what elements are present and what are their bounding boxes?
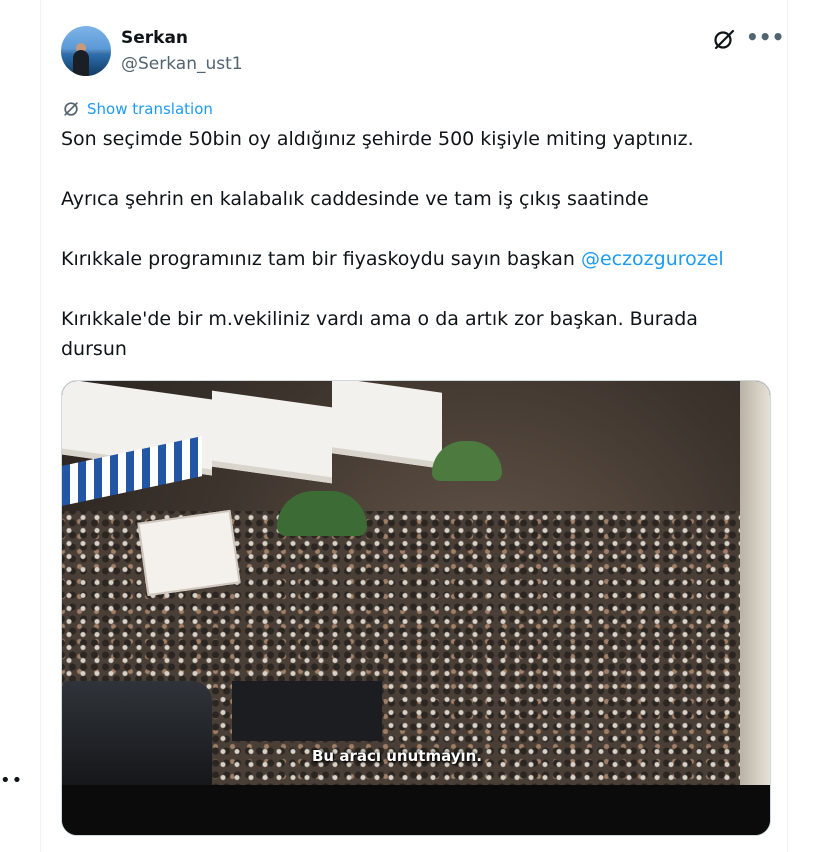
tree bbox=[432, 441, 502, 481]
translate-icon bbox=[64, 102, 78, 116]
author-name[interactable]: Serkan bbox=[121, 28, 188, 48]
show-translation-label[interactable]: Show translation bbox=[87, 100, 213, 118]
more-icon[interactable]: ••• bbox=[746, 26, 784, 50]
tweet-paragraph-4: Kırıkkale'de bir m.vekiliniz vardı ama o… bbox=[61, 308, 698, 360]
tweet-card: Serkan @Serkan_ust1 ••• Show translation… bbox=[40, 0, 788, 852]
avatar[interactable] bbox=[61, 26, 111, 76]
show-translation-link[interactable]: Show translation bbox=[61, 99, 213, 119]
author-handle[interactable]: @Serkan_ust1 bbox=[121, 54, 243, 74]
tweet-paragraph-3-text: Kırıkkale programınız tam bir fiyaskoydu… bbox=[61, 248, 581, 270]
video-player[interactable]: Bu aracı unutmayın. bbox=[61, 380, 771, 836]
protest-banner bbox=[137, 509, 241, 597]
awning bbox=[332, 381, 442, 469]
avatar-person bbox=[73, 50, 89, 76]
tweet-paragraph-2: Ayrıca şehrin en kalabalık caddesinde ve… bbox=[61, 188, 649, 210]
stage-vehicle bbox=[232, 681, 382, 741]
tweet-text: Son seçimde 50bin oy aldığınız şehirde 5… bbox=[61, 124, 761, 364]
tweet-paragraph-3: Kırıkkale programınız tam bir fiyaskoydu… bbox=[61, 244, 761, 274]
mention-link[interactable]: @eczozgurozel bbox=[581, 248, 724, 270]
video-letterbox bbox=[62, 785, 770, 835]
left-more-icon[interactable]: •• bbox=[0, 770, 23, 791]
parked-vehicle bbox=[62, 681, 212, 785]
tweet-paragraph-1: Son seçimde 50bin oy aldığınız şehirde 5… bbox=[61, 128, 694, 150]
video-frame: Bu aracı unutmayın. bbox=[62, 381, 770, 785]
video-caption: Bu aracı unutmayın. bbox=[312, 747, 483, 765]
grok-icon[interactable] bbox=[712, 27, 736, 51]
building bbox=[740, 381, 770, 785]
tree bbox=[277, 491, 367, 536]
awning bbox=[212, 390, 332, 484]
